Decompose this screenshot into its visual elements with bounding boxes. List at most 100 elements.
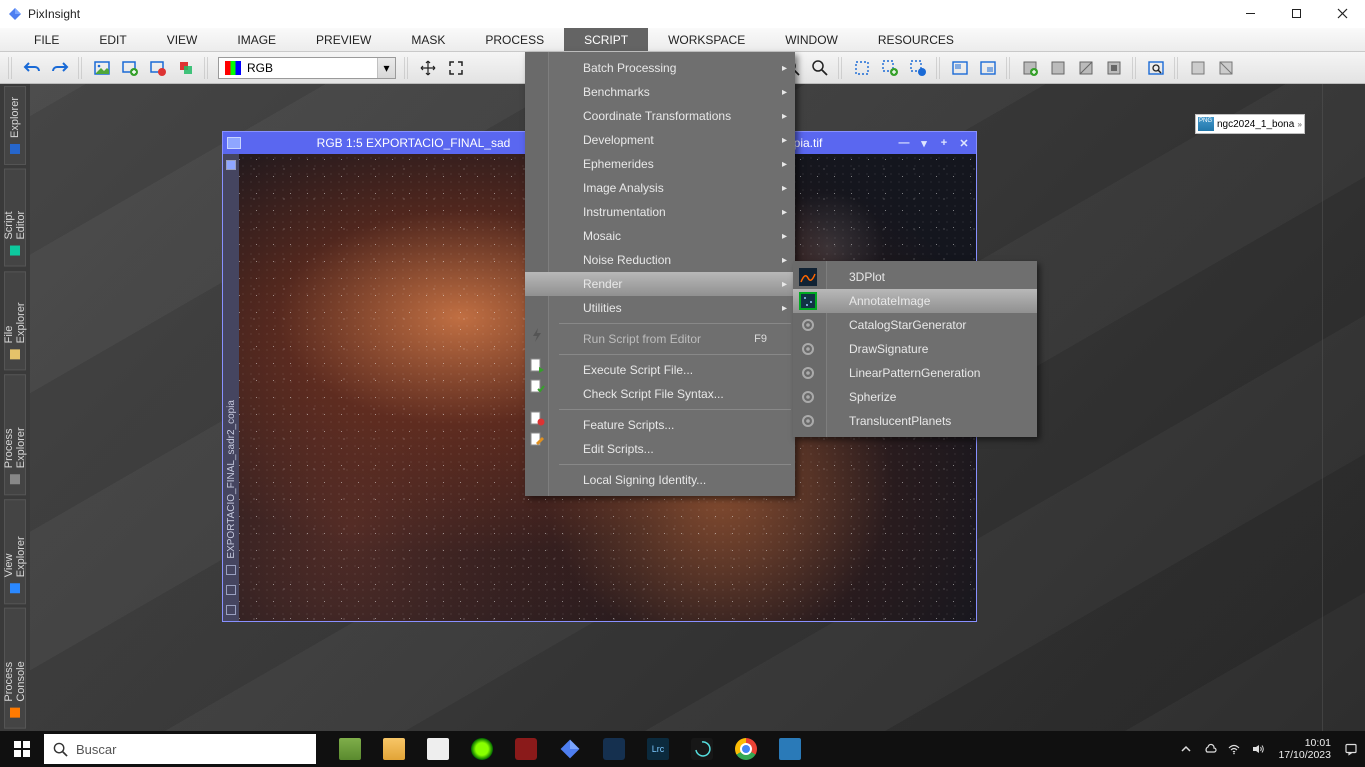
menu-edit-scripts[interactable]: Edit Scripts... bbox=[555, 437, 795, 461]
image-window-max-button[interactable]: + bbox=[936, 136, 952, 150]
tb-fit-icon[interactable] bbox=[444, 56, 468, 80]
taskbar-app-doc[interactable] bbox=[420, 734, 456, 764]
menu-linear-pattern-generation[interactable]: LinearPatternGeneration bbox=[793, 361, 1037, 385]
menu-image[interactable]: IMAGE bbox=[217, 28, 296, 51]
menu-script[interactable]: SCRIPT bbox=[564, 28, 648, 51]
tb-tail-b-icon[interactable] bbox=[1214, 56, 1238, 80]
tb-mask-c-icon[interactable] bbox=[1074, 56, 1098, 80]
tb-preview-search-icon[interactable] bbox=[1144, 56, 1168, 80]
dock-process-console[interactable]: Process Console bbox=[4, 608, 26, 729]
dock-view-explorer[interactable]: View Explorer bbox=[4, 499, 26, 604]
menu-preview[interactable]: PREVIEW bbox=[296, 28, 391, 51]
tray-notifications-icon[interactable] bbox=[1343, 741, 1359, 757]
menu-edit[interactable]: EDIT bbox=[79, 28, 146, 51]
channel-combo[interactable]: RGB ▾ bbox=[218, 57, 396, 79]
menu-feature-scripts[interactable]: Feature Scripts... bbox=[555, 413, 795, 437]
menu-resources[interactable]: RESOURCES bbox=[858, 28, 974, 51]
image-window-shade-button[interactable]: — bbox=[896, 136, 912, 150]
menu-process[interactable]: PROCESS bbox=[465, 28, 564, 51]
menu-view[interactable]: VIEW bbox=[147, 28, 218, 51]
iw-sidebar-icon-a[interactable] bbox=[226, 160, 236, 170]
taskbar: Buscar Lrc 10:01 17/10/2023 bbox=[0, 731, 1365, 767]
menu-development[interactable]: Development▸ bbox=[555, 128, 795, 152]
script-check-icon bbox=[528, 377, 546, 395]
menu-benchmarks[interactable]: Benchmarks▸ bbox=[555, 80, 795, 104]
iw-sidebar-icon-b[interactable] bbox=[226, 565, 236, 575]
dock-explorer[interactable]: Explorer bbox=[4, 86, 26, 165]
taskbar-app-notepad[interactable] bbox=[332, 734, 368, 764]
dock-script-editor[interactable]: Script Editor bbox=[4, 169, 26, 267]
menu-window[interactable]: WINDOW bbox=[765, 28, 858, 51]
menu-coordinate-transformations[interactable]: Coordinate Transformations▸ bbox=[555, 104, 795, 128]
menu-translucent-planets[interactable]: TranslucentPlanets bbox=[793, 409, 1037, 433]
menu-check-script-syntax[interactable]: Check Script File Syntax... bbox=[555, 382, 795, 406]
tb-zoom-1-icon[interactable] bbox=[808, 56, 832, 80]
dock-file-explorer[interactable]: File Explorer bbox=[4, 271, 26, 370]
menu-instrumentation[interactable]: Instrumentation▸ bbox=[555, 200, 795, 224]
tb-select-add-icon[interactable] bbox=[878, 56, 902, 80]
tb-mask-d-icon[interactable] bbox=[1102, 56, 1126, 80]
redo-button[interactable] bbox=[48, 56, 72, 80]
rgb-swatch-icon bbox=[225, 61, 241, 75]
menu-ephemerides[interactable]: Ephemerides▸ bbox=[555, 152, 795, 176]
dock-process-explorer[interactable]: Process Explorer bbox=[4, 374, 26, 495]
taskbar-search[interactable]: Buscar bbox=[44, 734, 316, 764]
tb-preview-b-icon[interactable] bbox=[976, 56, 1000, 80]
tb-mask-b-icon[interactable] bbox=[1046, 56, 1070, 80]
tray-wifi-icon[interactable] bbox=[1226, 741, 1242, 757]
menu-mosaic[interactable]: Mosaic▸ bbox=[555, 224, 795, 248]
maximize-button[interactable] bbox=[1273, 0, 1319, 28]
taskbar-app-red[interactable] bbox=[508, 734, 544, 764]
taskbar-app-pixinsight[interactable] bbox=[552, 734, 588, 764]
image-window-close-button[interactable]: ✕ bbox=[956, 136, 972, 150]
tb-tail-a-icon[interactable] bbox=[1186, 56, 1210, 80]
app-title: PixInsight bbox=[28, 7, 80, 21]
menu-annotate-image[interactable]: AnnotateImage bbox=[793, 289, 1037, 313]
tb-image-red-icon[interactable] bbox=[146, 56, 170, 80]
menu-3dplot[interactable]: 3DPlot bbox=[793, 265, 1037, 289]
minimize-button[interactable] bbox=[1227, 0, 1273, 28]
menu-mask[interactable]: MASK bbox=[391, 28, 465, 51]
undo-button[interactable] bbox=[20, 56, 44, 80]
menu-render[interactable]: Render▸ bbox=[525, 272, 795, 296]
tb-layers-icon[interactable] bbox=[174, 56, 198, 80]
iw-sidebar-icon-d[interactable] bbox=[226, 605, 236, 615]
taskbar-app-spiral[interactable] bbox=[684, 734, 720, 764]
taskbar-app-explorer[interactable] bbox=[376, 734, 412, 764]
thumbnail-ngc2024[interactable]: ngc2024_1_bona » bbox=[1195, 114, 1305, 134]
taskbar-app-chrome[interactable] bbox=[728, 734, 764, 764]
tray-volume-icon[interactable] bbox=[1250, 741, 1266, 757]
menu-spherize[interactable]: Spherize bbox=[793, 385, 1037, 409]
taskbar-app-siril[interactable] bbox=[464, 734, 500, 764]
tb-select-sub-icon[interactable] bbox=[906, 56, 930, 80]
menu-batch-processing[interactable]: Batch Processing▸ bbox=[555, 56, 795, 80]
menu-noise-reduction[interactable]: Noise Reduction▸ bbox=[555, 248, 795, 272]
tb-select-icon[interactable] bbox=[850, 56, 874, 80]
menu-workspace[interactable]: WORKSPACE bbox=[648, 28, 765, 51]
taskbar-app-desktop[interactable] bbox=[772, 734, 808, 764]
menu-utilities[interactable]: Utilities▸ bbox=[555, 296, 795, 320]
tb-image-icon[interactable] bbox=[90, 56, 114, 80]
menu-catalog-star-generator[interactable]: CatalogStarGenerator bbox=[793, 313, 1037, 337]
image-window-min-button[interactable]: ▾ bbox=[916, 136, 932, 150]
menu-local-signing-identity[interactable]: Local Signing Identity... bbox=[555, 468, 795, 492]
menu-image-analysis[interactable]: Image Analysis▸ bbox=[555, 176, 795, 200]
tray-cloud-icon[interactable] bbox=[1202, 741, 1218, 757]
tb-image-add-icon[interactable] bbox=[118, 56, 142, 80]
close-button[interactable] bbox=[1319, 0, 1365, 28]
tb-preview-a-icon[interactable] bbox=[948, 56, 972, 80]
search-placeholder: Buscar bbox=[76, 742, 116, 757]
start-button[interactable] bbox=[0, 731, 44, 767]
menu-file[interactable]: FILE bbox=[14, 28, 79, 51]
menu-draw-signature[interactable]: DrawSignature bbox=[793, 337, 1037, 361]
thumbnail-label: ngc2024_1_bona bbox=[1217, 119, 1294, 130]
taskbar-app-stellarium[interactable] bbox=[596, 734, 632, 764]
tb-move-icon[interactable] bbox=[416, 56, 440, 80]
iw-sidebar-icon-c[interactable] bbox=[226, 585, 236, 595]
taskbar-clock[interactable]: 10:01 17/10/2023 bbox=[1278, 737, 1331, 761]
left-dock: Process Console View Explorer Process Ex… bbox=[0, 84, 30, 731]
tray-chevron-up-icon[interactable] bbox=[1178, 741, 1194, 757]
menu-execute-script-file[interactable]: Execute Script File... bbox=[555, 358, 795, 382]
tb-mask-a-icon[interactable] bbox=[1018, 56, 1042, 80]
taskbar-app-lrc[interactable]: Lrc bbox=[640, 734, 676, 764]
